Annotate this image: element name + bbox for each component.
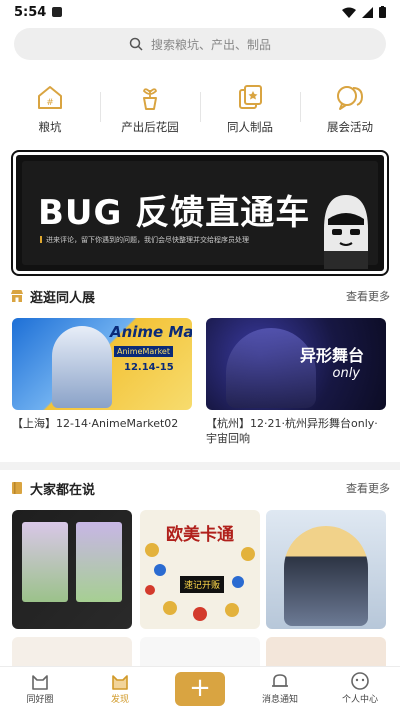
- expo-art-sub: only: [332, 366, 361, 381]
- nav-label: 消息通知: [261, 695, 298, 705]
- category-events[interactable]: 展会活动: [300, 82, 400, 138]
- search-placeholder: 搜索粮坑、产出、制品: [150, 37, 271, 52]
- section-divider: [0, 462, 400, 470]
- chat-bubbles-icon: [335, 82, 365, 112]
- banner-subtitle: 进来评论，留下你遇到的问题，我们会尽快整理并交给程序员处理: [40, 235, 249, 245]
- nav-label: 个人中心: [341, 695, 378, 705]
- plant-pot-icon: [135, 82, 165, 112]
- wifi-icon: [342, 7, 356, 18]
- discover-cat-icon: [112, 675, 128, 690]
- expo-section-header: 逛逛同人展 查看更多: [10, 286, 390, 306]
- svg-text:#: #: [46, 98, 54, 108]
- post-character-art: [284, 526, 368, 626]
- book-icon: [10, 481, 24, 495]
- search-icon: [129, 37, 143, 51]
- cat-icon: [32, 675, 48, 690]
- section-title: 逛逛同人展: [30, 290, 96, 306]
- expo-art-title: Anime Market: [110, 323, 192, 341]
- bottom-nav: 同好圈 发现 + 消息通知 个人中心: [0, 666, 400, 710]
- battery-icon: [379, 6, 386, 18]
- nav-circle[interactable]: 同好圈: [0, 672, 80, 705]
- nav-label: 同好圈: [26, 695, 54, 705]
- expo-art-date: 12.14-15: [124, 362, 174, 373]
- expo-character-art: [226, 328, 316, 408]
- category-label: 粮坑: [38, 120, 62, 134]
- expo-character-art: [52, 326, 112, 408]
- category-garden[interactable]: 产出后花园: [100, 82, 200, 138]
- post-card-photo-cards[interactable]: [12, 510, 132, 629]
- bell-icon: [272, 674, 288, 687]
- expo-card-shanghai[interactable]: Anime Market AnimeMarket 12.14-15 【上海】12…: [12, 318, 192, 431]
- bug-feedback-banner[interactable]: BUG 反馈直通车 进来评论，留下你遇到的问题，我们会尽快整理并交给程序员处理: [11, 150, 389, 276]
- expo-art-sub: AnimeMarket: [114, 346, 173, 357]
- nav-notifications[interactable]: 消息通知: [240, 672, 320, 705]
- nav-profile[interactable]: 个人中心: [320, 672, 400, 705]
- expo-thumbnail: Anime Market AnimeMarket 12.14-15: [12, 318, 192, 410]
- add-icon: +: [175, 671, 225, 706]
- expo-thumbnail: 异形舞台 only: [206, 318, 386, 410]
- nav-add[interactable]: +: [160, 671, 240, 706]
- post-art-card: [76, 522, 122, 602]
- cards-icon: [235, 82, 265, 112]
- expo-caption: 【杭州】12·21·杭州异形舞台only·宇宙回响: [206, 417, 378, 445]
- profile-icon: [351, 672, 369, 690]
- talk-section-header: 大家都在说 查看更多: [10, 478, 390, 498]
- house-icon: #: [35, 82, 65, 112]
- status-time: 5:54: [14, 4, 47, 20]
- category-label: 同人制品: [227, 120, 273, 134]
- store-icon: [10, 289, 24, 303]
- expo-card-hangzhou[interactable]: 异形舞台 only 【杭州】12·21·杭州异形舞台only·宇宙回响: [206, 318, 386, 446]
- post-card-cartoon[interactable]: 欧美卡通 速记开贩: [140, 510, 260, 629]
- post-card-peek[interactable]: [12, 637, 132, 667]
- notification-icon: [52, 7, 63, 17]
- nav-discover[interactable]: 发现: [80, 672, 160, 705]
- category-label: 产出后花园: [121, 120, 179, 134]
- post-art-title: 欧美卡通: [166, 525, 234, 545]
- expo-caption: 【上海】12-14·AnimeMarket02: [12, 417, 179, 430]
- category-liangkeng[interactable]: # 粮坑: [0, 82, 100, 138]
- mascot-illustration: [324, 195, 368, 269]
- post-art-badge: 速记开贩: [180, 576, 225, 593]
- status-bar: 5:54: [0, 0, 400, 24]
- post-card-character[interactable]: [266, 510, 386, 629]
- nav-label: 发现: [110, 695, 129, 705]
- signal-icon: [362, 6, 373, 18]
- category-nav: # 粮坑 产出后花园 同人制品 展会活动: [0, 82, 400, 138]
- talk-see-more-link[interactable]: 查看更多: [346, 480, 390, 496]
- category-label: 展会活动: [327, 120, 373, 134]
- section-title: 大家都在说: [30, 482, 96, 498]
- post-card-peek[interactable]: [140, 637, 260, 667]
- post-card-peek[interactable]: [266, 637, 386, 667]
- category-merch[interactable]: 同人制品: [200, 82, 300, 138]
- expo-art-title: 异形舞台: [299, 346, 364, 365]
- expo-see-more-link[interactable]: 查看更多: [346, 288, 390, 304]
- status-icons: [342, 6, 386, 18]
- banner-title: BUG 反馈直通车: [38, 193, 311, 233]
- search-input[interactable]: 搜索粮坑、产出、制品: [14, 28, 386, 60]
- post-art-card: [22, 522, 68, 602]
